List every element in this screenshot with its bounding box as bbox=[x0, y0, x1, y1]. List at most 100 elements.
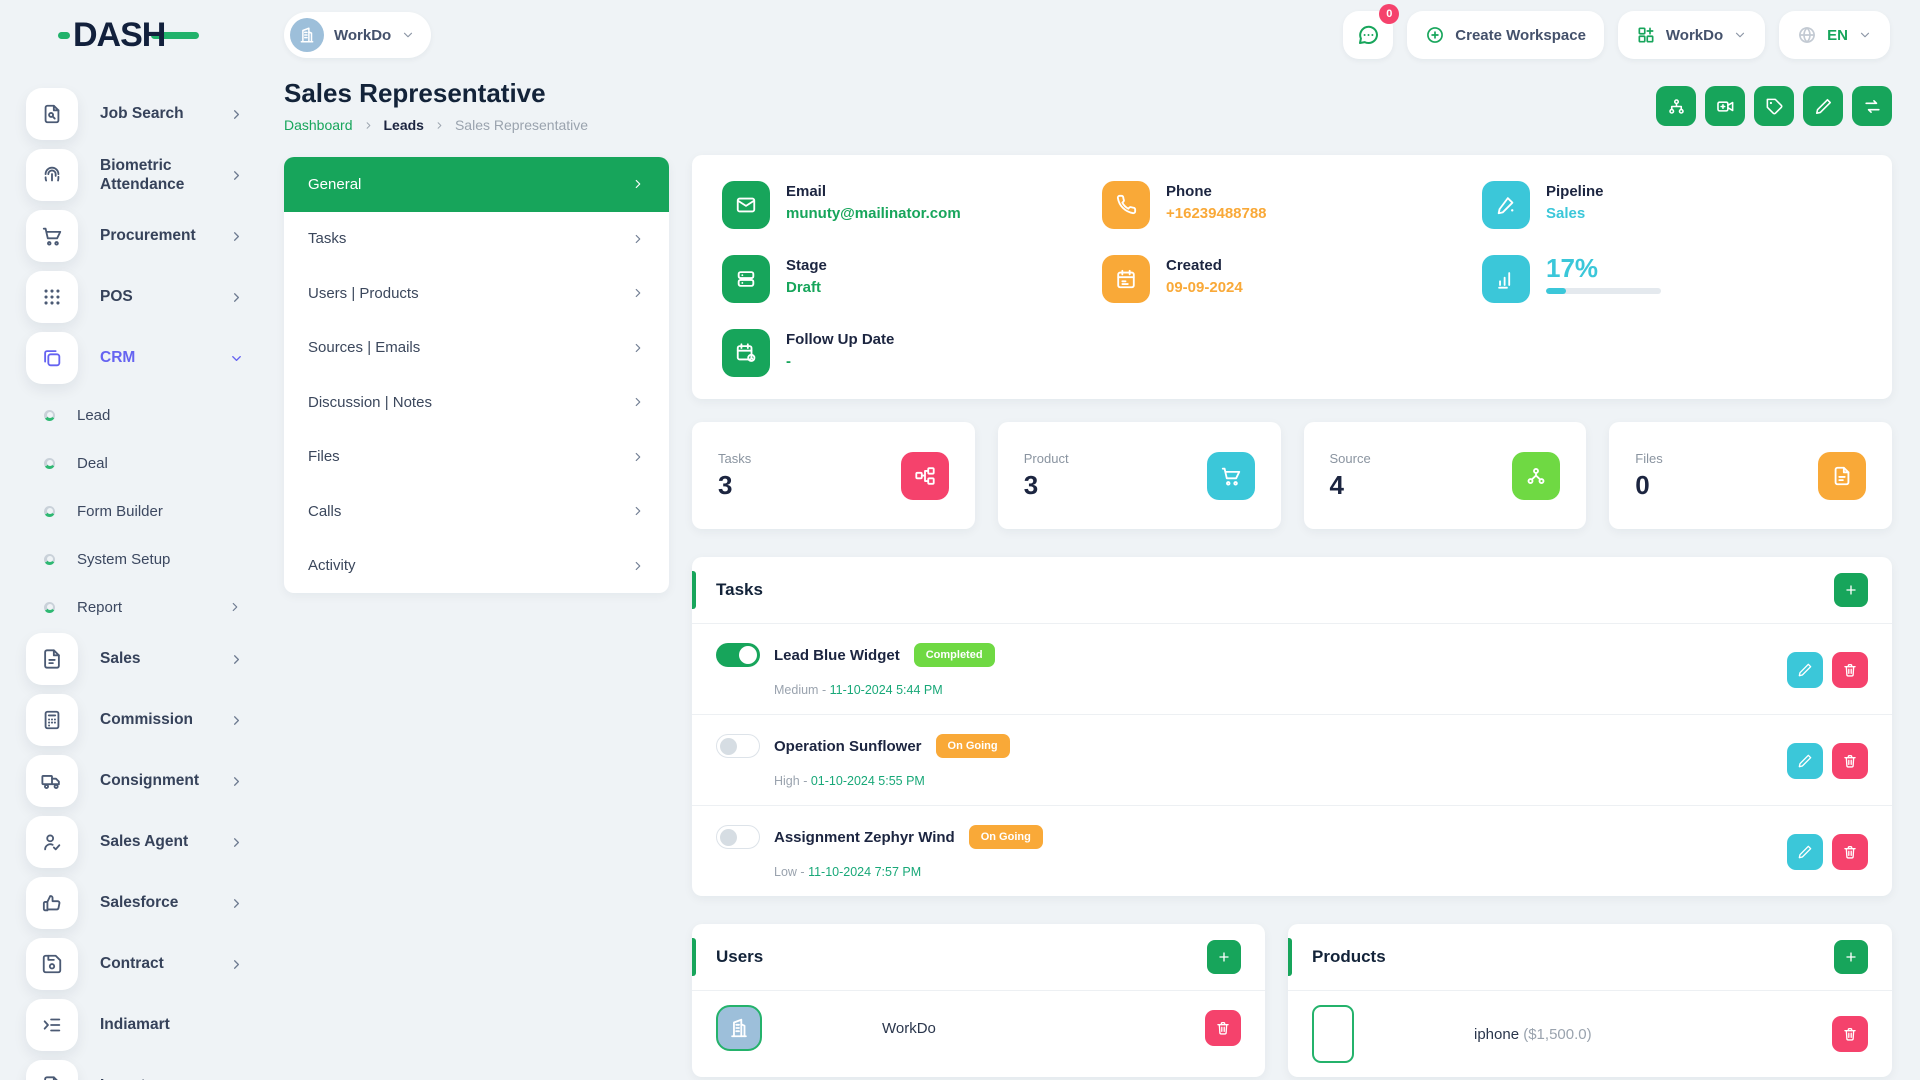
messages-count-badge: 0 bbox=[1379, 4, 1399, 24]
chevron-right-icon bbox=[228, 600, 242, 614]
delete-user-button[interactable] bbox=[1205, 1010, 1241, 1046]
menu-item-label: Discussion | Notes bbox=[308, 394, 432, 411]
sidebar-item-job-search[interactable]: Job Search bbox=[0, 88, 270, 140]
add-user-button[interactable] bbox=[1207, 940, 1241, 974]
chevron-right-icon bbox=[229, 229, 244, 244]
tab-sources-emails[interactable]: Sources | Emails bbox=[284, 321, 669, 376]
sidebar-item-pos[interactable]: POS bbox=[0, 271, 270, 323]
sidebar-item-biometric-attendance[interactable]: Biometric Attendance bbox=[0, 149, 270, 201]
video-icon bbox=[1716, 97, 1735, 116]
task-datetime: 11-10-2024 5:44 PM bbox=[830, 683, 943, 697]
stat-value: 0 bbox=[1635, 470, 1662, 501]
phone-value: +16239488788 bbox=[1166, 205, 1267, 222]
sidebar-item-label: Biometric Attendance bbox=[100, 156, 225, 195]
sidebar-item-consignment[interactable]: Consignment bbox=[0, 755, 270, 807]
workspace-name: WorkDo bbox=[334, 27, 391, 44]
sidebar-item-contract[interactable]: Contract bbox=[0, 938, 270, 990]
create-workspace-button[interactable]: Create Workspace bbox=[1407, 11, 1604, 59]
tab-tasks[interactable]: Tasks bbox=[284, 212, 669, 267]
sidebar-subitem-system-setup[interactable]: System Setup bbox=[0, 537, 270, 581]
add-task-button[interactable] bbox=[1834, 573, 1868, 607]
sidebar-item-inventory[interactable]: Inventory bbox=[0, 1060, 270, 1080]
chevron-right-icon bbox=[631, 504, 645, 518]
sidebar-item-procurement[interactable]: Procurement bbox=[0, 210, 270, 262]
app-logo: DASH bbox=[58, 16, 284, 55]
edit-task-button[interactable] bbox=[1787, 652, 1823, 688]
sidebar-item-label: Job Search bbox=[100, 104, 184, 123]
tab-files[interactable]: Files bbox=[284, 430, 669, 485]
chat-icon bbox=[1356, 23, 1380, 47]
task-toggle[interactable] bbox=[716, 734, 760, 758]
labels-button[interactable] bbox=[1656, 86, 1696, 126]
convert-button[interactable] bbox=[1852, 86, 1892, 126]
pencil-icon bbox=[1814, 97, 1833, 116]
menu-item-label: General bbox=[308, 176, 361, 193]
meeting-button[interactable] bbox=[1705, 86, 1745, 126]
sidebar-subitem-deal[interactable]: Deal bbox=[0, 441, 270, 485]
sidebar-subitem-form-builder[interactable]: Form Builder bbox=[0, 489, 270, 533]
delete-task-button[interactable] bbox=[1832, 652, 1868, 688]
edit-lead-button[interactable] bbox=[1803, 86, 1843, 126]
task-name: Assignment Zephyr Wind bbox=[774, 829, 955, 846]
sidebar-subitem-lead[interactable]: Lead bbox=[0, 393, 270, 437]
sidebar-item-label: Indiamart bbox=[100, 1015, 170, 1034]
chevron-down-icon bbox=[1858, 28, 1872, 42]
sidebar-item-crm[interactable]: CRM bbox=[0, 332, 270, 384]
tab-general[interactable]: General bbox=[284, 157, 669, 212]
sidebar-item-commission[interactable]: Commission bbox=[0, 694, 270, 746]
sidebar: Job Search Biometric Attendance Procurem… bbox=[0, 78, 270, 1080]
messages-button[interactable]: 0 bbox=[1343, 11, 1393, 59]
grid-dots-icon bbox=[26, 271, 78, 323]
field-label: Email bbox=[786, 183, 961, 200]
menu-item-label: Users | Products bbox=[308, 285, 419, 302]
sidebar-item-sales[interactable]: Sales bbox=[0, 633, 270, 685]
sidebar-item-salesforce[interactable]: Salesforce bbox=[0, 877, 270, 929]
bullet-icon bbox=[44, 410, 55, 421]
task-row: Assignment Zephyr Wind On Going Low - 11… bbox=[692, 806, 1892, 896]
created-value: 09-09-2024 bbox=[1166, 279, 1243, 296]
chevron-right-icon bbox=[434, 120, 445, 131]
edit-task-button[interactable] bbox=[1787, 743, 1823, 779]
tab-discussion-notes[interactable]: Discussion | Notes bbox=[284, 375, 669, 430]
tasks-title: Tasks bbox=[716, 580, 763, 600]
field-progress: 17% bbox=[1482, 255, 1862, 303]
chevron-right-icon bbox=[631, 232, 645, 246]
cart-icon bbox=[26, 210, 78, 262]
delete-task-button[interactable] bbox=[1832, 834, 1868, 870]
bullet-icon bbox=[44, 458, 55, 469]
main-content: Sales Representative Dashboard Leads Sal… bbox=[284, 78, 1892, 1080]
user-row: WorkDo bbox=[692, 991, 1265, 1065]
calculator-icon bbox=[26, 694, 78, 746]
tab-calls[interactable]: Calls bbox=[284, 484, 669, 539]
task-toggle[interactable] bbox=[716, 643, 760, 667]
sidebar-item-label: Sales bbox=[100, 649, 141, 668]
tab-users-products[interactable]: Users | Products bbox=[284, 266, 669, 321]
sidebar-item-indiamart[interactable]: Indiamart bbox=[0, 999, 270, 1051]
page-actions bbox=[1656, 86, 1892, 126]
workspace-selector[interactable]: WorkDo bbox=[284, 12, 431, 58]
sidebar-item-sales-agent[interactable]: Sales Agent bbox=[0, 816, 270, 868]
chevron-down-icon bbox=[229, 351, 244, 366]
chevron-right-icon bbox=[631, 559, 645, 573]
edit-task-button[interactable] bbox=[1787, 834, 1823, 870]
language-selector[interactable]: EN bbox=[1779, 11, 1890, 59]
chevron-right-icon bbox=[229, 713, 244, 728]
field-stage: Stage Draft bbox=[722, 255, 1102, 303]
tab-activity[interactable]: Activity bbox=[284, 539, 669, 594]
breadcrumb-dashboard-link[interactable]: Dashboard bbox=[284, 117, 353, 133]
tag-button[interactable] bbox=[1754, 86, 1794, 126]
delete-task-button[interactable] bbox=[1832, 743, 1868, 779]
sidebar-subitem-label: Deal bbox=[77, 455, 108, 472]
chevron-right-icon bbox=[631, 341, 645, 355]
add-product-button[interactable] bbox=[1834, 940, 1868, 974]
breadcrumb-leads-link[interactable]: Leads bbox=[384, 117, 424, 133]
task-toggle[interactable] bbox=[716, 825, 760, 849]
breadcrumb-current: Sales Representative bbox=[455, 117, 588, 133]
delete-product-button[interactable] bbox=[1832, 1016, 1868, 1052]
sidebar-subitem-report[interactable]: Report bbox=[0, 585, 270, 629]
sidebar-item-label: Procurement bbox=[100, 226, 196, 245]
globe-icon bbox=[1797, 25, 1817, 45]
document-search-icon bbox=[26, 88, 78, 140]
truck-icon bbox=[26, 755, 78, 807]
workspace-menu-button[interactable]: WorkDo bbox=[1618, 11, 1765, 59]
